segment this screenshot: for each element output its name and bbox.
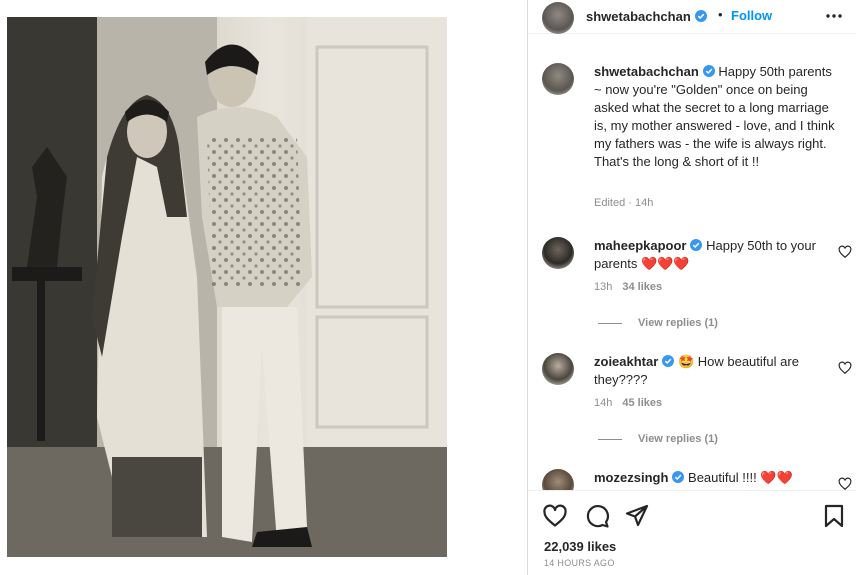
comment-text-block: zoieakhtar 🤩 How beautiful are they????: [594, 353, 839, 389]
heart-icon[interactable]: [838, 477, 852, 490]
heart-icon[interactable]: [838, 245, 852, 259]
comment-meta: 13h 34 likes: [594, 281, 662, 293]
view-replies-label: View replies (1): [638, 433, 718, 445]
comment-text-block: mozezsingh Beautiful !!!! ❤️❤️: [594, 469, 839, 487]
commenter-avatar[interactable]: [542, 237, 574, 269]
view-replies-label: View replies (1): [638, 317, 718, 329]
comment-time[interactable]: 14h: [594, 397, 612, 409]
author-name-row: shwetabachchan: [586, 8, 707, 26]
caption-author-username[interactable]: shwetabachchan: [594, 64, 699, 79]
comment-text-block: maheepkapoor Happy 50th to your parents …: [594, 237, 839, 273]
comment-likes[interactable]: 45 likes: [622, 397, 662, 409]
heart-emoji: ❤️❤️: [760, 470, 793, 485]
comment-likes[interactable]: 34 likes: [622, 281, 662, 293]
post-details-panel: shwetabachchan • Follow shwetabachchan H…: [527, 0, 856, 575]
post-timestamp: 14 HOURS AGO: [544, 558, 615, 568]
view-replies-button[interactable]: View replies (1): [598, 433, 718, 445]
replies-divider: [598, 322, 622, 324]
comment-text: Beautiful !!!!: [688, 470, 757, 485]
comment-meta: 14h 45 likes: [594, 397, 662, 409]
comments-scroll-area[interactable]: shwetabachchan Happy 50th parents ~ now …: [528, 35, 856, 490]
caption-block: shwetabachchan Happy 50th parents ~ now …: [542, 63, 842, 213]
verified-badge-icon: [662, 355, 675, 367]
commenter-avatar[interactable]: [542, 353, 574, 385]
post-header: shwetabachchan • Follow: [528, 0, 856, 34]
post-actions-bar: 22,039 likes 14 HOURS AGO: [528, 490, 856, 575]
separator-dot: •: [718, 7, 723, 22]
caption-text-block: shwetabachchan Happy 50th parents ~ now …: [594, 63, 839, 171]
heart-icon[interactable]: [542, 503, 568, 529]
bookmark-icon[interactable]: [821, 503, 847, 529]
commenter-username[interactable]: mozezsingh: [594, 470, 668, 485]
heart-icon[interactable]: [838, 361, 852, 375]
verified-badge-icon: [690, 239, 703, 251]
verified-badge-icon: [702, 65, 715, 77]
commenter-username[interactable]: maheepkapoor: [594, 238, 686, 253]
verified-badge-icon: [672, 471, 685, 483]
caption-text: Happy 50th parents ~ now you're "Golden"…: [594, 64, 835, 169]
comment-item: zoieakhtar 🤩 How beautiful are they???? …: [542, 353, 852, 463]
verified-badge-icon: [694, 10, 707, 22]
replies-divider: [598, 438, 622, 440]
follow-button[interactable]: Follow: [731, 8, 772, 23]
commenter-username[interactable]: zoieakhtar: [594, 354, 658, 369]
likes-count[interactable]: 22,039 likes: [544, 539, 616, 554]
edited-label: Edited: [594, 197, 626, 209]
comment-time[interactable]: 13h: [594, 281, 612, 293]
photo-pane: [0, 0, 527, 575]
more-options-icon[interactable]: [824, 7, 844, 25]
caption-meta: Edited · 14h: [594, 197, 654, 209]
author-avatar[interactable]: [542, 2, 574, 34]
caption-time[interactable]: 14h: [635, 197, 653, 209]
author-username[interactable]: shwetabachchan: [586, 9, 691, 24]
comment-icon[interactable]: [584, 503, 610, 529]
comment-item: maheepkapoor Happy 50th to your parents …: [542, 237, 852, 347]
post-photo[interactable]: [7, 17, 447, 557]
comment-item: mozezsingh Beautiful !!!! ❤️❤️: [542, 469, 852, 490]
post-photo-illustration: [7, 17, 447, 557]
share-icon[interactable]: [624, 503, 650, 529]
heart-emoji: ❤️❤️❤️: [641, 256, 690, 271]
view-replies-button[interactable]: View replies (1): [598, 317, 718, 329]
caption-author-avatar[interactable]: [542, 63, 574, 95]
commenter-avatar[interactable]: [542, 469, 574, 490]
star-eyes-emoji: 🤩: [677, 354, 695, 369]
